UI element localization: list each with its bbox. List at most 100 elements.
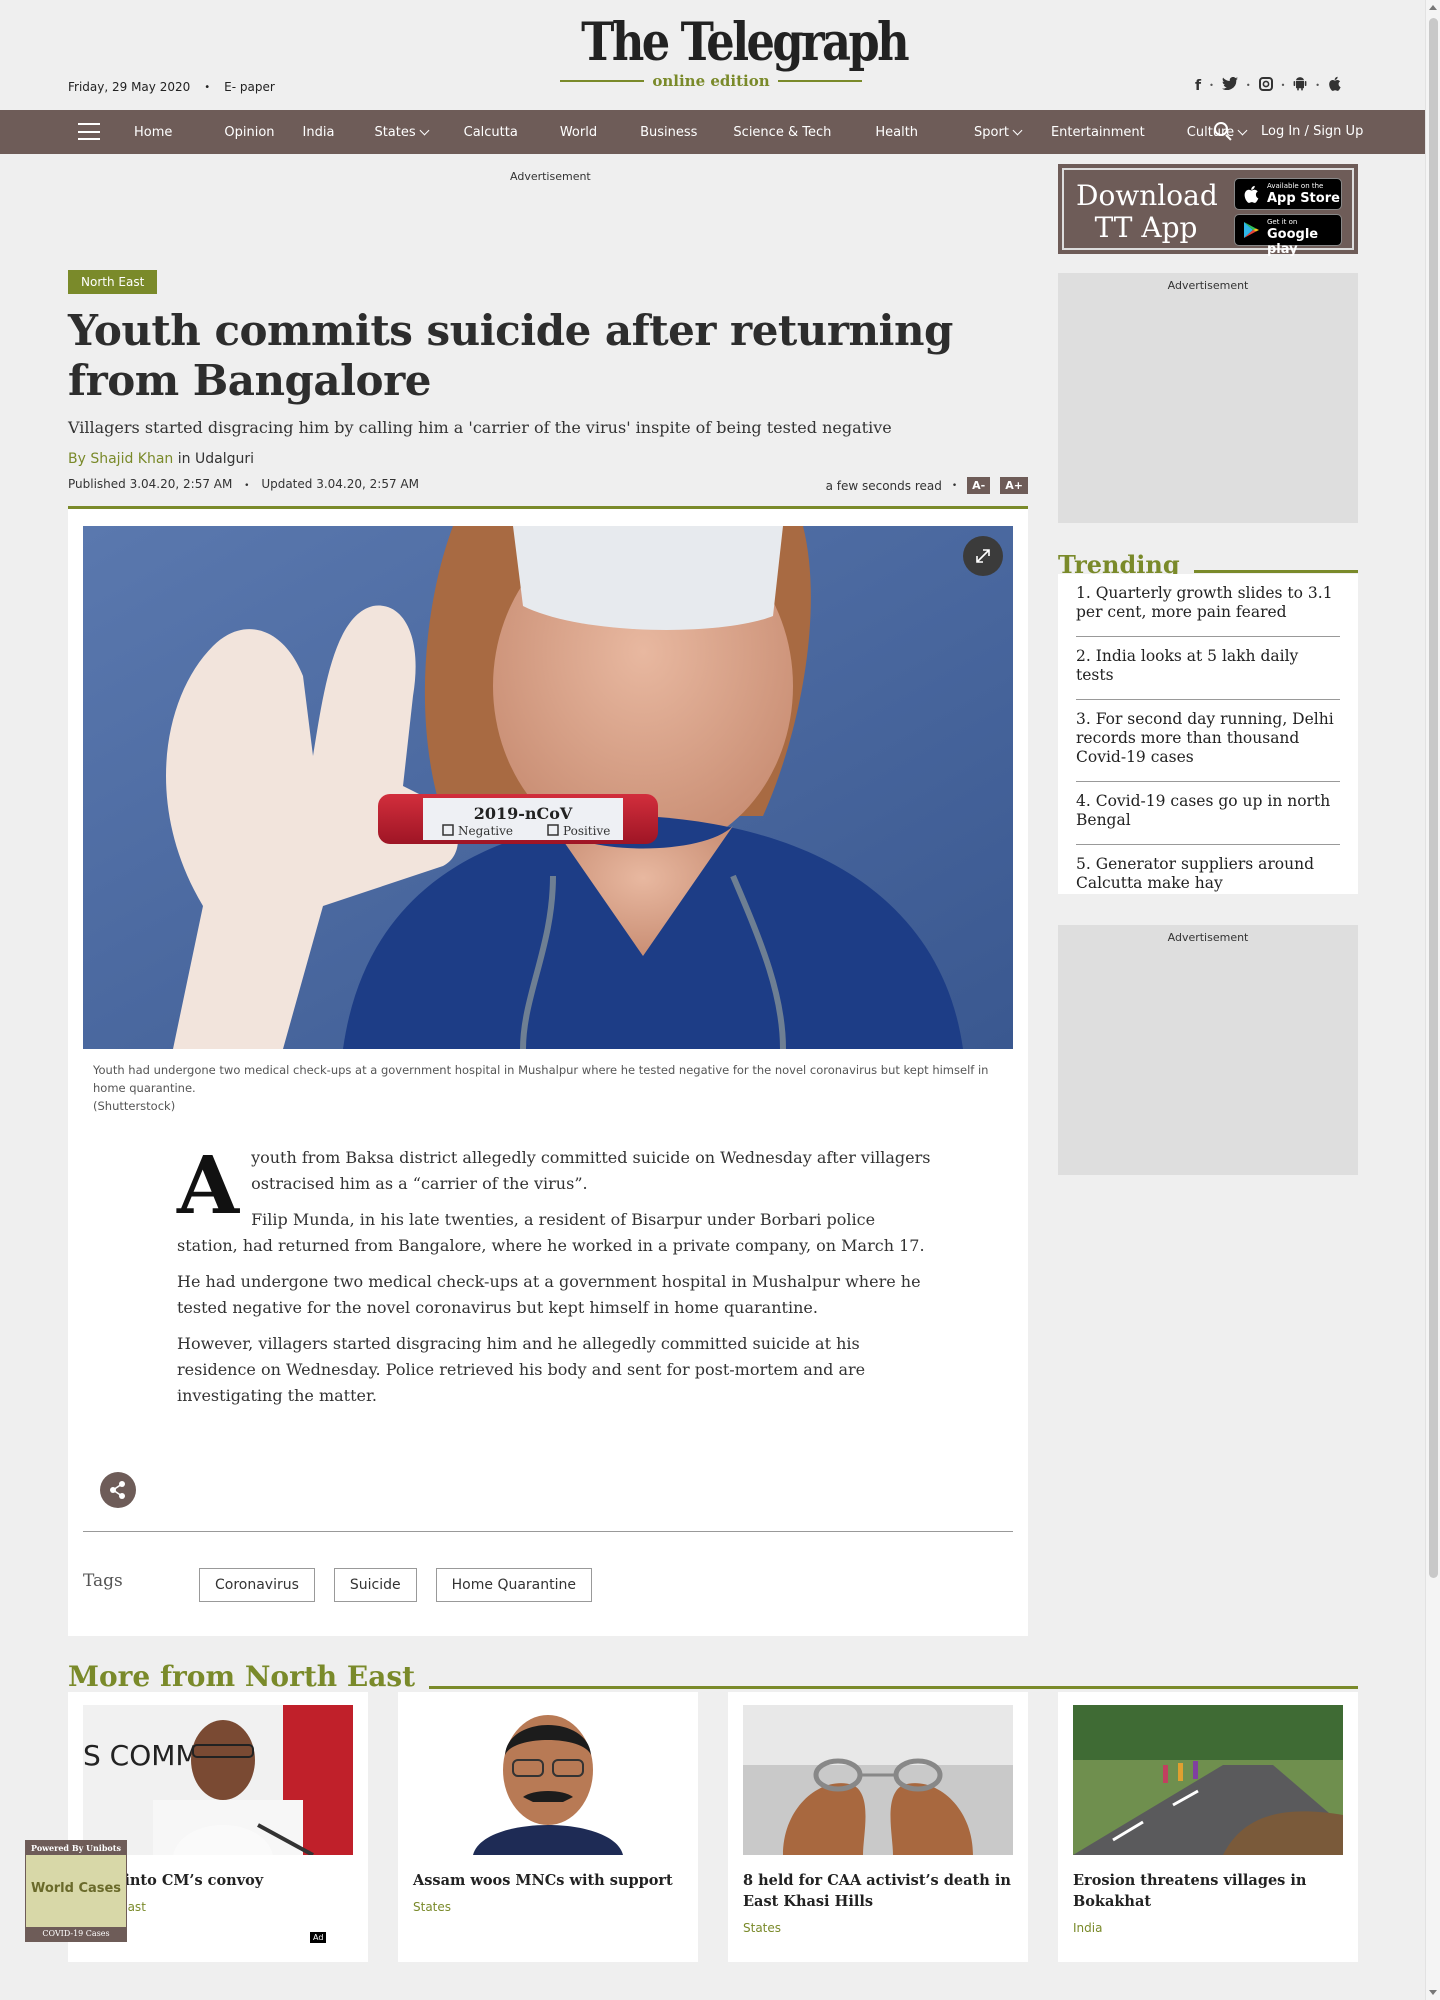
- related-card[interactable]: Assam woos MNCs with support States: [398, 1692, 698, 1962]
- tag-chip[interactable]: Coronavirus: [199, 1568, 315, 1602]
- date-bar: Friday, 29 May 2020 • E- paper: [68, 80, 275, 94]
- trending-list: 1. Quarterly growth slides to 3.1 per ce…: [1058, 574, 1358, 894]
- scroll-down-arrow-icon[interactable]: [1429, 1990, 1437, 1995]
- reading-tools: a few seconds read • A- A+: [826, 477, 1028, 494]
- epaper-link[interactable]: E- paper: [224, 80, 275, 94]
- card-section[interactable]: States: [743, 1921, 781, 1935]
- nav-item-label: Opinion: [224, 124, 275, 140]
- trending-item[interactable]: 3. For second day running, Delhi records…: [1076, 700, 1340, 782]
- nav-item-label: India: [302, 124, 335, 140]
- paragraph-1: youth from Baksa district allegedly comm…: [251, 1148, 931, 1193]
- scroll-up-arrow-icon[interactable]: [1429, 5, 1437, 10]
- trending-item[interactable]: 4. Covid-19 cases go up in north Bengal: [1076, 782, 1340, 845]
- apple-icon: [1244, 185, 1259, 203]
- byline-by: By: [68, 451, 86, 467]
- nav-item-science-tech[interactable]: Science & Tech: [733, 125, 831, 140]
- advertisement-label: Advertisement: [1167, 279, 1249, 292]
- nav-item-world[interactable]: World: [560, 125, 597, 140]
- image-caption: Youth had undergone two medical check-up…: [93, 1061, 993, 1115]
- expand-icon[interactable]: [963, 536, 1003, 576]
- separator-dot: •: [1280, 81, 1286, 90]
- tag-chip[interactable]: Home Quarantine: [435, 1568, 592, 1602]
- search-icon[interactable]: [1214, 122, 1234, 142]
- tube-positive-label: Positive: [563, 824, 610, 838]
- ad-badge[interactable]: Ad: [310, 1932, 327, 1943]
- font-larger-button[interactable]: A+: [1000, 477, 1028, 494]
- nav-item-home[interactable]: Home: [134, 125, 172, 140]
- google-play-button[interactable]: Get it on Google play: [1234, 214, 1342, 257]
- nav-item-sport[interactable]: Sport: [974, 125, 1023, 140]
- page-scrollbar[interactable]: [1425, 0, 1440, 2000]
- share-icon[interactable]: [100, 1472, 136, 1508]
- menu-icon[interactable]: [78, 123, 100, 140]
- timestamps: Published 3.04.20, 2:57 AM • Updated 3.0…: [68, 477, 419, 491]
- separator-dot: •: [1245, 81, 1251, 90]
- widget-powered-by: Powered By Unibots: [26, 1841, 126, 1855]
- login-signup-link[interactable]: Log In / Sign Up: [1261, 124, 1363, 139]
- byline-in: in: [177, 451, 191, 467]
- current-date: Friday, 29 May 2020: [68, 80, 191, 94]
- nav-item-opinion[interactable]: Opinion: [224, 125, 274, 140]
- google-play-text: Google play: [1267, 227, 1319, 257]
- author-link[interactable]: Shajid Khan: [90, 451, 173, 467]
- font-smaller-button[interactable]: A-: [967, 477, 991, 494]
- card-title[interactable]: 8 held for CAA activist’s death in East …: [743, 1870, 1013, 1912]
- paragraph-2: He had undergone two medical check-ups a…: [177, 1272, 921, 1317]
- byline: By Shajid Khan in Udalguri: [68, 451, 1028, 467]
- sidebar-ad-1[interactable]: Advertisement: [1058, 273, 1358, 523]
- trending-item[interactable]: 5. Generator suppliers around Calcutta m…: [1076, 845, 1340, 907]
- nav-item-entertainment[interactable]: Entertainment: [1051, 125, 1145, 140]
- card-thumbnail: [413, 1705, 683, 1855]
- divider: [83, 1531, 1013, 1532]
- nav-item-label: World: [559, 124, 598, 140]
- section-tag[interactable]: North East: [68, 270, 158, 294]
- hero-image: 2019-nCoV Negative Positive: [83, 526, 1013, 1049]
- read-time: a few seconds read: [825, 478, 942, 493]
- logo-subtitle: online edition: [560, 72, 862, 90]
- download-app-banner[interactable]: Download TT App Available on the App Sto…: [1058, 164, 1358, 257]
- apple-icon[interactable]: [1328, 76, 1341, 95]
- separator-dot: •: [1315, 81, 1320, 90]
- nav-item-label: Home: [134, 124, 173, 140]
- scroll-thumb[interactable]: [1429, 18, 1438, 1578]
- main-nav: Home Opinion India States Calcutta World Busin…: [0, 110, 1425, 154]
- nav-item-business[interactable]: Business: [640, 125, 697, 140]
- twitter-icon[interactable]: [1221, 76, 1238, 94]
- card-title[interactable]: Erosion threatens villages in Bokakhat: [1073, 1870, 1343, 1912]
- article-meta: Published 3.04.20, 2:57 AM • Updated 3.0…: [68, 477, 1028, 495]
- related-cards: S COMM reak into CM’s convoy East Assam …: [68, 1692, 1358, 1962]
- app-store-button[interactable]: Available on the App Store: [1234, 178, 1342, 210]
- nav-item-health[interactable]: Health: [875, 125, 918, 140]
- app-banner-title: Download TT App: [1076, 179, 1218, 244]
- android-icon[interactable]: [1293, 76, 1307, 95]
- site-logo[interactable]: The Telegraph online edition: [560, 14, 910, 90]
- trending-item[interactable]: 1. Quarterly growth slides to 3.1 per ce…: [1076, 574, 1340, 637]
- related-card[interactable]: Erosion threatens villages in Bokakhat I…: [1058, 1692, 1358, 1962]
- covid-widget[interactable]: Powered By Unibots World Cases COVID-19 …: [25, 1840, 127, 1942]
- instagram-icon[interactable]: [1258, 76, 1273, 95]
- nav-item-label: Business: [640, 124, 698, 140]
- card-title[interactable]: Assam woos MNCs with support: [413, 1870, 683, 1891]
- nav-item-states[interactable]: States: [374, 125, 430, 140]
- app-store-small-text: Available on the: [1267, 182, 1324, 190]
- nav-item-india[interactable]: India: [303, 125, 335, 140]
- chevron-down-icon: [1012, 125, 1023, 135]
- nav-item-calcutta[interactable]: Calcutta: [464, 125, 518, 140]
- card-section[interactable]: India: [1073, 1921, 1102, 1935]
- sidebar-ad-2[interactable]: Advertisement: [1058, 925, 1358, 1175]
- masthead: Friday, 29 May 2020 • E- paper The Teleg…: [0, 0, 1425, 110]
- card-section[interactable]: States: [413, 1900, 451, 1914]
- updated-time: Updated 3.04.20, 2:57 AM: [261, 477, 419, 491]
- google-play-icon: [1244, 222, 1259, 238]
- card-thumbnail: [1073, 1705, 1343, 1855]
- tag-chip[interactable]: Suicide: [333, 1568, 417, 1602]
- tube-label: 2019-nCoV: [474, 804, 573, 823]
- trending-item[interactable]: 2. India looks at 5 lakh daily tests: [1076, 637, 1340, 700]
- nav-item-label: Health: [875, 124, 919, 140]
- more-from-title: More from North East: [68, 1660, 430, 1693]
- facebook-icon[interactable]: f: [1195, 78, 1201, 94]
- related-card[interactable]: 8 held for CAA activist’s death in East …: [728, 1692, 1028, 1962]
- logo-rule-left: [560, 80, 645, 82]
- tags-list: Coronavirus Suicide Home Quarantine: [199, 1568, 592, 1602]
- tube-negative-label: Negative: [458, 824, 513, 838]
